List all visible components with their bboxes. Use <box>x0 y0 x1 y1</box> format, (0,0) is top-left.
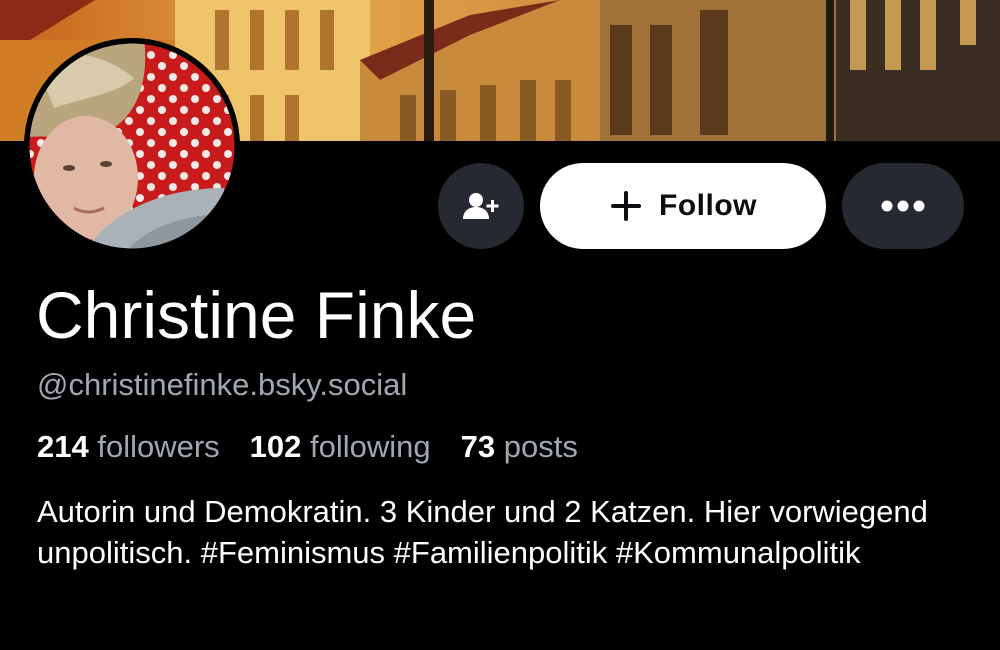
followers-stat[interactable]: 214 followers <box>37 431 220 462</box>
following-label: following <box>310 429 431 464</box>
person-plus-icon <box>463 192 499 220</box>
ellipsis-icon <box>881 200 925 212</box>
followers-count: 214 <box>37 429 98 464</box>
more-options-button[interactable] <box>842 163 964 249</box>
posts-label: posts <box>503 429 578 464</box>
follow-button-label: Follow <box>659 189 757 222</box>
add-to-list-button[interactable] <box>438 163 524 249</box>
display-name: Christine Finke <box>36 278 477 352</box>
follow-button[interactable]: Follow <box>540 163 826 249</box>
avatar[interactable] <box>24 38 240 254</box>
following-stat[interactable]: 102 following <box>250 431 431 462</box>
followers-label: followers <box>97 429 220 464</box>
posts-stat: 73 posts <box>461 431 578 462</box>
posts-count: 73 <box>460 429 504 464</box>
profile-page: Follow Christine Finke @christinefinke.b… <box>0 0 1000 650</box>
profile-stats: 214 followers 102 following 73 posts <box>37 431 608 462</box>
following-count: 102 <box>249 429 311 464</box>
profile-bio: Autorin und Demokratin. 3 Kinder und 2 K… <box>37 494 928 570</box>
handle: @christinefinke.bsky.social <box>37 367 408 402</box>
plus-icon <box>609 189 643 223</box>
